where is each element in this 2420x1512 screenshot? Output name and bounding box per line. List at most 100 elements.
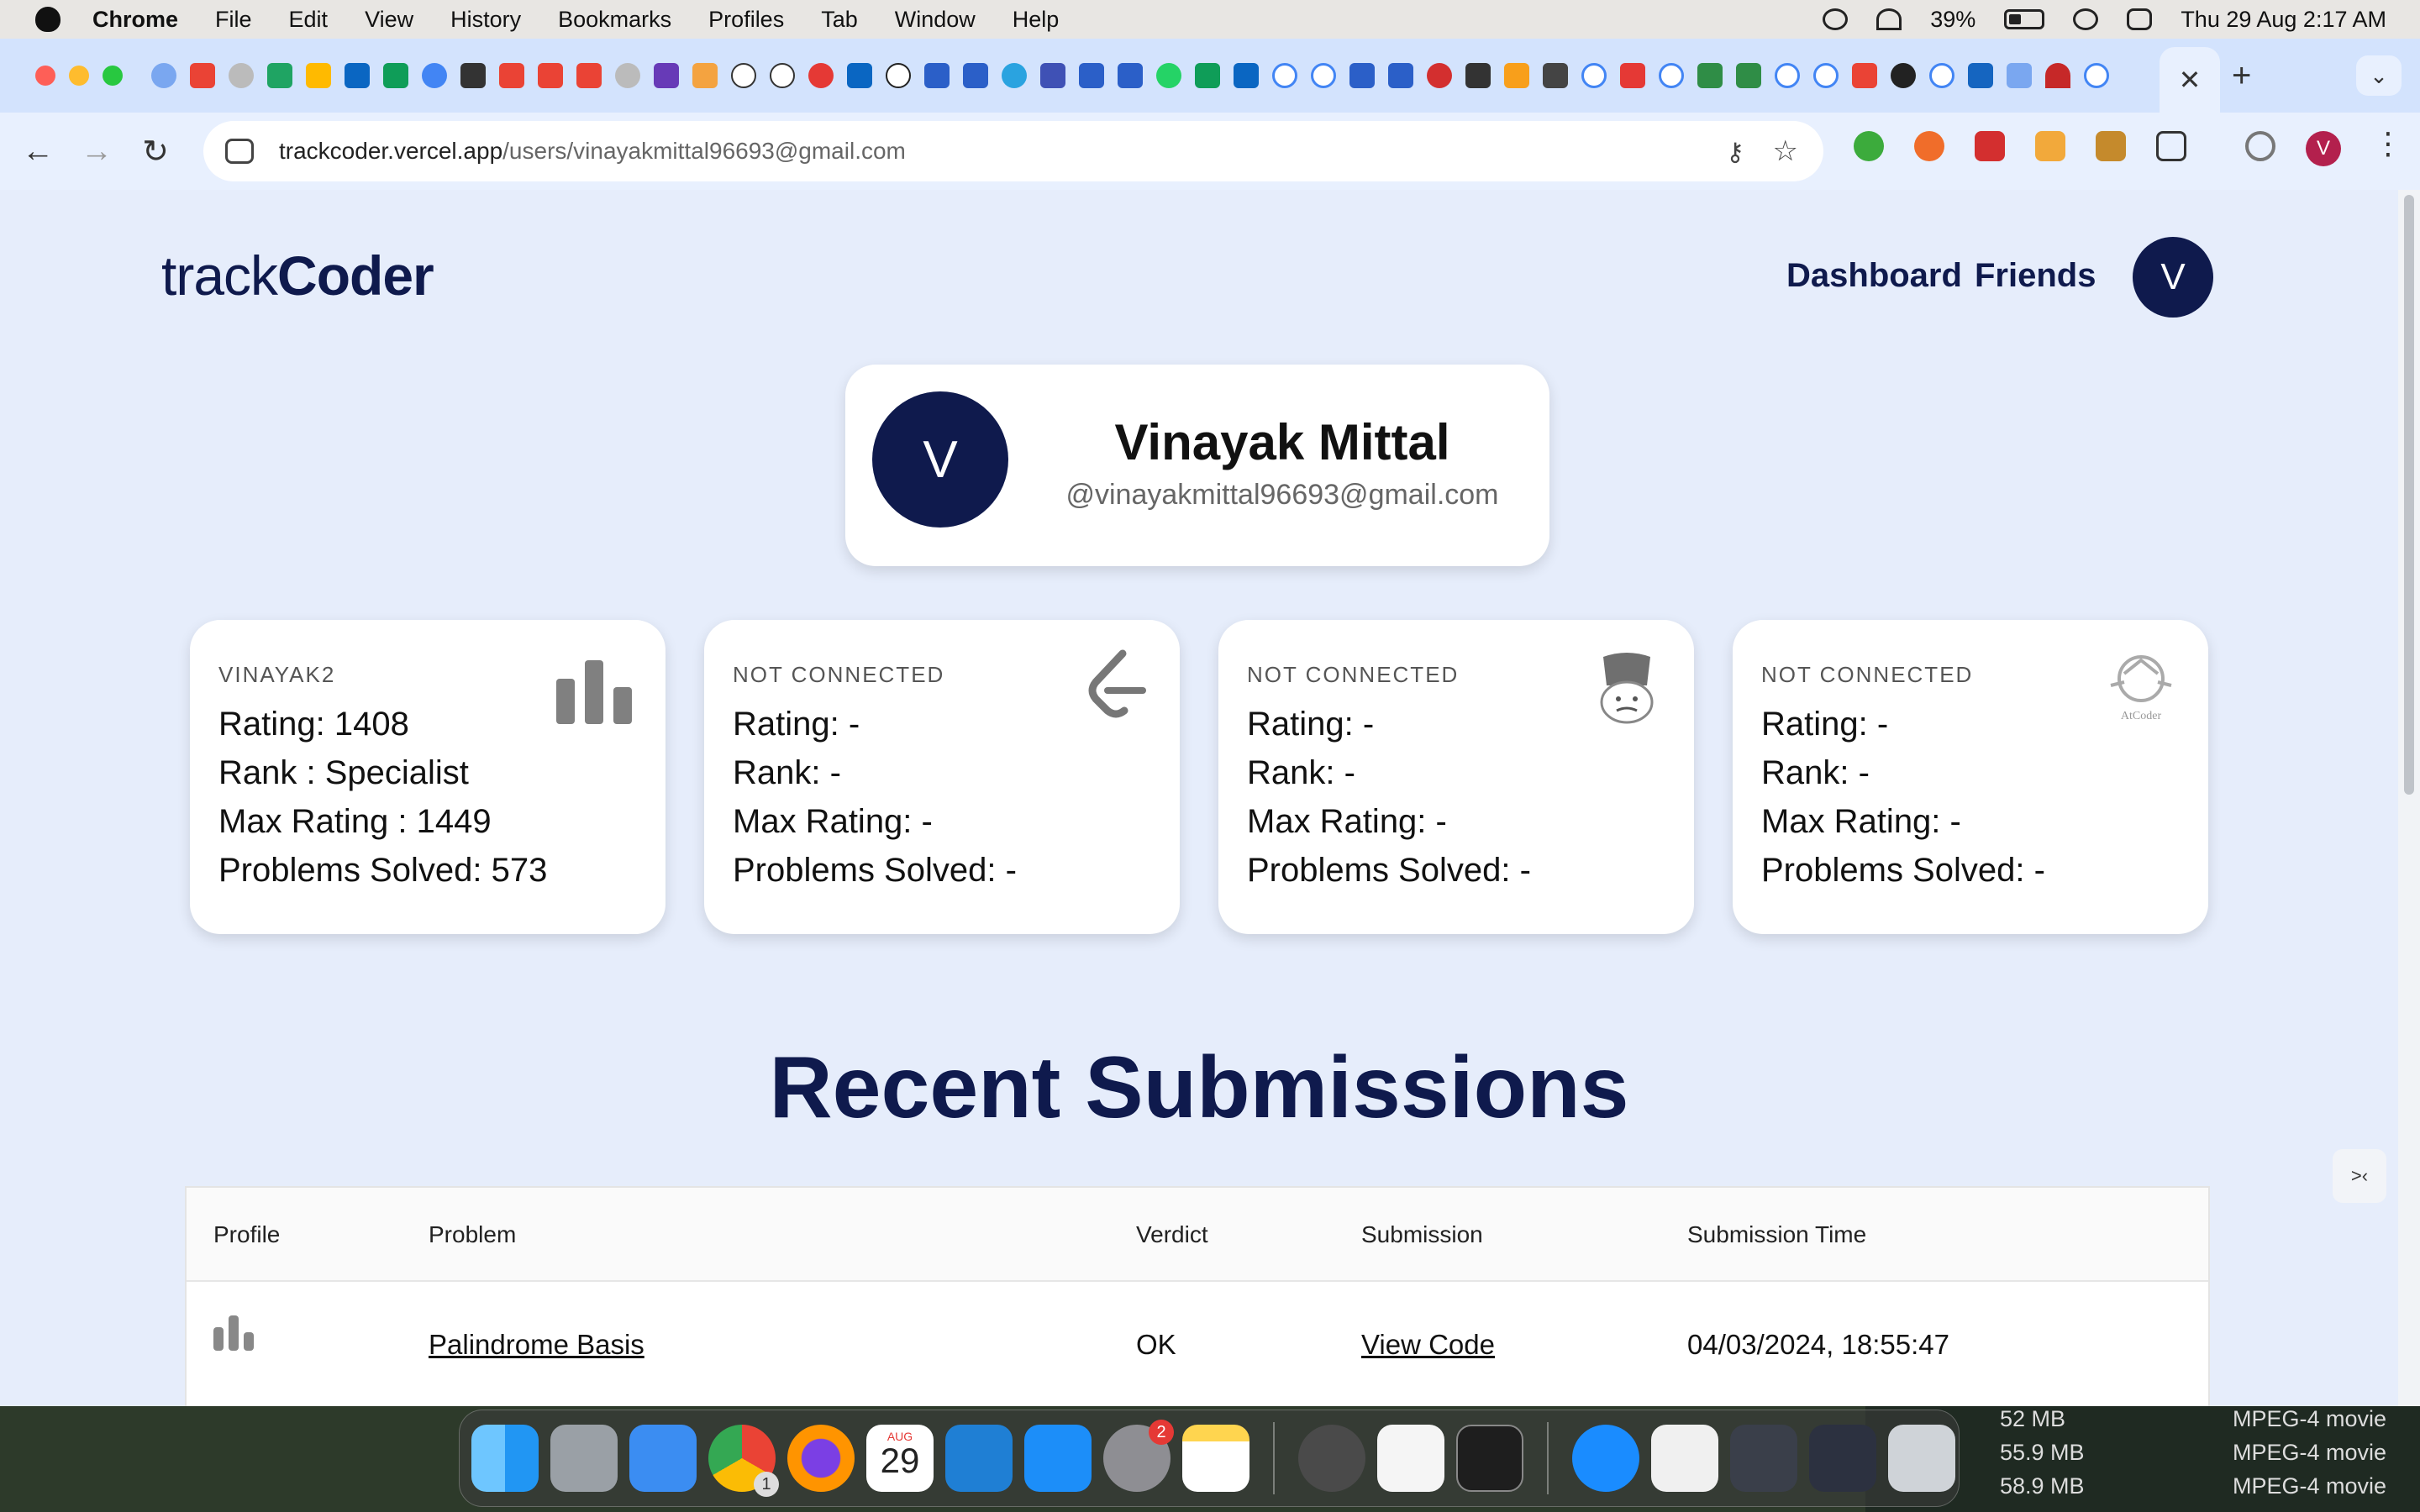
active-tab[interactable]: ✕ (2160, 47, 2220, 113)
new-tab-button[interactable]: + (2232, 57, 2251, 95)
trash-icon[interactable] (1888, 1425, 1955, 1492)
github-tab-icon[interactable] (1891, 63, 1916, 88)
tcs-tab-icon[interactable] (770, 63, 795, 88)
tuf-tab-icon[interactable] (1427, 63, 1452, 88)
linkedin-tab-icon[interactable] (847, 63, 872, 88)
back-button[interactable]: ← (8, 134, 67, 170)
menu-history[interactable]: History (450, 7, 521, 33)
safari-icon[interactable] (1572, 1425, 1639, 1492)
extensions-puzzle-icon[interactable] (2156, 131, 2186, 161)
drive-tab-icon[interactable] (306, 63, 331, 88)
linkedin-tab-icon[interactable] (1234, 63, 1259, 88)
tab-search-button[interactable]: ⌄ (2356, 55, 2402, 96)
tab-favicon[interactable] (924, 63, 950, 88)
leetcode-tab-icon[interactable] (1465, 63, 1491, 88)
gmail-tab-icon[interactable] (1852, 63, 1877, 88)
google-tab-icon[interactable] (1775, 63, 1800, 88)
quicktime-icon[interactable] (1298, 1425, 1365, 1492)
screenshots-stack-icon[interactable] (1809, 1425, 1876, 1492)
terminal-icon[interactable] (1456, 1425, 1523, 1492)
gmail-tab-icon[interactable] (499, 63, 524, 88)
firefox-icon[interactable] (787, 1425, 855, 1492)
downloads-stack-icon[interactable] (1730, 1425, 1797, 1492)
problem-link[interactable]: Palindrome Basis (429, 1329, 644, 1361)
tab-favicon[interactable] (2007, 63, 2032, 88)
drive-tab-icon[interactable] (267, 63, 292, 88)
site-info-icon[interactable] (225, 139, 254, 164)
tab-favicon[interactable] (615, 63, 640, 88)
google-tab-icon[interactable] (1581, 63, 1607, 88)
notes-icon[interactable] (1182, 1425, 1249, 1492)
google-tab-icon[interactable] (1813, 63, 1839, 88)
geeksforgeeks-tab-icon[interactable] (1736, 63, 1761, 88)
google-tab-icon[interactable] (1659, 63, 1684, 88)
tab-favicon[interactable] (1079, 63, 1104, 88)
geeksforgeeks-tab-icon[interactable] (1697, 63, 1723, 88)
download-tab-icon[interactable] (1543, 63, 1568, 88)
spotlight-search-icon[interactable] (2073, 8, 2099, 30)
whatsapp-tab-icon[interactable] (1156, 63, 1181, 88)
user-avatar[interactable]: V (2133, 237, 2213, 318)
extension-icon[interactable] (1854, 131, 1884, 161)
vscode-icon[interactable] (945, 1425, 1013, 1492)
forward-button[interactable]: → (67, 134, 126, 170)
extension-icon[interactable] (2096, 131, 2126, 161)
site-logo[interactable]: trackCoder (161, 244, 434, 307)
apple-icon[interactable] (35, 7, 60, 32)
document-icon[interactable] (1651, 1425, 1718, 1492)
menu-window[interactable]: Window (895, 7, 976, 33)
sheets-tab-icon[interactable] (383, 63, 408, 88)
tab-favicon[interactable] (1040, 63, 1065, 88)
battery-icon[interactable] (2004, 9, 2045, 29)
view-code-link[interactable]: View Code (1361, 1329, 1495, 1361)
google-tab-icon[interactable] (2084, 63, 2109, 88)
extension-icon[interactable] (2035, 131, 2065, 161)
leetcode-tab-icon[interactable] (460, 63, 486, 88)
youtube-tab-icon[interactable] (808, 63, 834, 88)
tab-favicon[interactable] (1388, 63, 1413, 88)
minimize-window-button[interactable] (69, 66, 89, 86)
zoom-window-button[interactable] (103, 66, 123, 86)
chrome-menu-icon[interactable]: ⋮ (2373, 126, 2403, 161)
gmail-tab-icon[interactable] (576, 63, 602, 88)
close-tab-icon[interactable]: ✕ (2179, 64, 2202, 96)
menu-bookmarks[interactable]: Bookmarks (558, 7, 671, 33)
menu-tab[interactable]: Tab (821, 7, 858, 33)
extension-icon[interactable] (1914, 131, 1944, 161)
file-row[interactable]: 52 MB MPEG-4 movie (2000, 1406, 2420, 1440)
chrome-profile-avatar[interactable]: V (2306, 131, 2341, 166)
menu-edit[interactable]: Edit (289, 7, 329, 33)
tcs-tab-icon[interactable] (731, 63, 756, 88)
wifi-icon[interactable] (1876, 8, 1902, 30)
bookmark-star-icon[interactable]: ☆ (1773, 134, 1798, 168)
file-row[interactable]: 55.9 MB MPEG-4 movie (2000, 1440, 2420, 1473)
tab-favicon[interactable] (963, 63, 988, 88)
tab-favicon[interactable] (692, 63, 718, 88)
sheets-tab-icon[interactable] (1195, 63, 1220, 88)
collapse-icon[interactable]: >‹ (2333, 1149, 2386, 1203)
control-center-icon[interactable] (2127, 8, 2153, 30)
linkedin-tab-icon[interactable] (345, 63, 370, 88)
tab-favicon[interactable] (1118, 63, 1143, 88)
menu-file[interactable]: File (215, 7, 252, 33)
nav-friends-link[interactable]: Friends (1975, 257, 2096, 295)
youtube-tab-icon[interactable] (1620, 63, 1645, 88)
app-store-icon[interactable] (1024, 1425, 1092, 1492)
gmail-tab-icon[interactable] (538, 63, 563, 88)
chrome-icon[interactable]: 1 (708, 1425, 779, 1497)
menu-view[interactable]: View (365, 7, 413, 33)
calendar-icon[interactable]: AUG 29 (866, 1425, 934, 1492)
leetcode-tab-icon[interactable] (1504, 63, 1529, 88)
tab-favicon[interactable] (2045, 63, 2070, 88)
forms-tab-icon[interactable] (654, 63, 679, 88)
file-row[interactable]: 58.9 MB MPEG-4 movie (2000, 1473, 2420, 1507)
reload-button[interactable]: ↻ (126, 133, 185, 171)
menu-profiles[interactable]: Profiles (708, 7, 784, 33)
launchpad-icon[interactable] (550, 1425, 618, 1492)
menu-chrome[interactable]: Chrome (92, 7, 178, 33)
play-icon[interactable] (1823, 8, 1849, 30)
mail-icon[interactable] (629, 1425, 697, 1492)
address-bar[interactable]: trackcoder.vercel.app/users/vinayakmitta… (203, 121, 1823, 181)
google-tab-icon[interactable] (1929, 63, 1954, 88)
nav-dashboard-link[interactable]: Dashboard (1786, 257, 1962, 295)
